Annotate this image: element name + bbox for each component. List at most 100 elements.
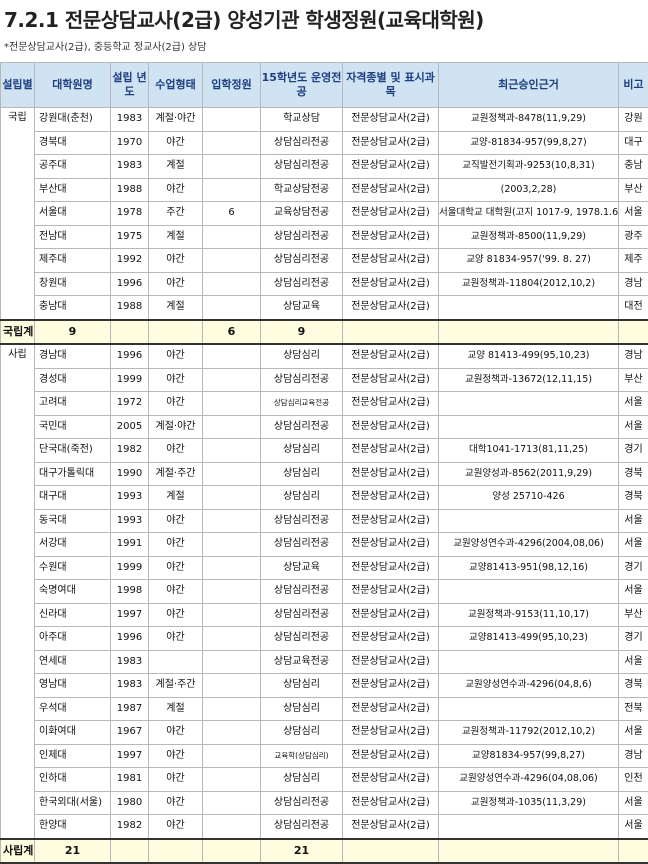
approval-cell bbox=[439, 650, 619, 674]
private-subtotal-row: 사립계2121 bbox=[1, 839, 648, 864]
major-cell: 교육학(상담심리) bbox=[261, 744, 343, 768]
university-cell: 서강대 bbox=[35, 533, 111, 557]
col-founding-type-header: 설립별 bbox=[1, 63, 35, 108]
table-row: 인하대1981야간상담심리전문상담교사(2급)교원양성연수과-4296(04,0… bbox=[1, 768, 648, 792]
quota-cell bbox=[203, 249, 261, 273]
major-cell: 상담심리 bbox=[261, 439, 343, 463]
quota-cell bbox=[203, 368, 261, 392]
approval-cell: 대학1041-1713(81,11,25) bbox=[439, 439, 619, 463]
certificate-cell: 전문상담교사(2급) bbox=[343, 392, 439, 416]
approval-cell: 교원정책과-11792(2012,10,2) bbox=[439, 721, 619, 745]
major-cell: 상담심리전공 bbox=[261, 533, 343, 557]
founding-type-cell: 사립 bbox=[1, 344, 35, 839]
university-cell: 경북대 bbox=[35, 131, 111, 155]
quota-cell bbox=[203, 627, 261, 651]
remarks-cell: 대구 bbox=[619, 131, 648, 155]
subtotal-empty bbox=[149, 320, 203, 345]
subtotal-quota bbox=[203, 839, 261, 864]
remarks-cell: 경남 bbox=[619, 272, 648, 296]
remarks-cell: 서울 bbox=[619, 533, 648, 557]
remarks-cell: 서울 bbox=[619, 580, 648, 604]
approval-cell bbox=[439, 697, 619, 721]
remarks-cell: 대전 bbox=[619, 296, 648, 320]
certificate-cell: 전문상담교사(2급) bbox=[343, 108, 439, 132]
major-cell: 상담심리 bbox=[261, 462, 343, 486]
class-type-cell: 야간 bbox=[149, 768, 203, 792]
certificate-cell: 전문상담교사(2급) bbox=[343, 697, 439, 721]
founded-year-cell: 2005 bbox=[111, 415, 149, 439]
major-cell: 상담심리전공 bbox=[261, 249, 343, 273]
table-row: 고려대1972야간상담심리교육전공전문상담교사(2급)서울 bbox=[1, 392, 648, 416]
approval-cell: 교직발전기획과-9253(10,8,31) bbox=[439, 155, 619, 179]
major-cell: 상담심리 bbox=[261, 344, 343, 368]
university-cell: 단국대(죽전) bbox=[35, 439, 111, 463]
table-row: 제주대1992야간상담심리전공전문상담교사(2급)교양 81834-957('9… bbox=[1, 249, 648, 273]
col-founded-year-header: 설립 년도 bbox=[111, 63, 149, 108]
table-row: 단국대(죽전)1982야간상담심리전문상담교사(2급)대학1041-1713(8… bbox=[1, 439, 648, 463]
remarks-cell: 제주 bbox=[619, 249, 648, 273]
class-type-cell: 야간 bbox=[149, 272, 203, 296]
certificate-cell: 전문상담교사(2급) bbox=[343, 368, 439, 392]
quota-cell: 6 bbox=[203, 202, 261, 226]
subtotal-empty bbox=[343, 320, 439, 345]
remarks-cell: 서울 bbox=[619, 721, 648, 745]
certificate-cell: 전문상담교사(2급) bbox=[343, 155, 439, 179]
certificate-cell: 전문상담교사(2급) bbox=[343, 249, 439, 273]
founded-year-cell: 1997 bbox=[111, 603, 149, 627]
certificate-cell: 전문상담교사(2급) bbox=[343, 178, 439, 202]
class-type-cell: 야간 bbox=[149, 721, 203, 745]
page-title: 7.2.1 전문상담교사(2급) 양성기관 학생정원(교육대학원) bbox=[4, 4, 484, 33]
approval-cell: 교양81413-951(98,12,16) bbox=[439, 556, 619, 580]
certificate-cell: 전문상담교사(2급) bbox=[343, 272, 439, 296]
subtotal-empty bbox=[439, 839, 619, 864]
quota-cell bbox=[203, 178, 261, 202]
table-row: 경성대1999야간상담심리전공전문상담교사(2급)교원정책과-13672(12,… bbox=[1, 368, 648, 392]
founded-year-cell: 1982 bbox=[111, 815, 149, 839]
approval-cell: 교양81413-499(95,10,23) bbox=[439, 627, 619, 651]
table-row: 부산대1988야간학교상담전공전문상담교사(2급)(2003,2,28)부산 bbox=[1, 178, 648, 202]
certificate-cell: 전문상담교사(2급) bbox=[343, 744, 439, 768]
certificate-cell: 전문상담교사(2급) bbox=[343, 556, 439, 580]
university-cell: 창원대 bbox=[35, 272, 111, 296]
subtotal-label: 사립계 bbox=[1, 839, 35, 864]
subtotal-empty bbox=[111, 839, 149, 864]
certificate-cell: 전문상담교사(2급) bbox=[343, 603, 439, 627]
major-cell: 상담심리 bbox=[261, 674, 343, 698]
table-row: 숙명여대1998야간상담심리전공전문상담교사(2급)서울 bbox=[1, 580, 648, 604]
col-remarks-header: 비고 bbox=[619, 63, 648, 108]
founded-year-cell: 1999 bbox=[111, 556, 149, 580]
remarks-cell: 서울 bbox=[619, 415, 648, 439]
table-row: 연세대1983상담교육전공전문상담교사(2급)서울 bbox=[1, 650, 648, 674]
approval-cell bbox=[439, 392, 619, 416]
subtotal-empty bbox=[111, 320, 149, 345]
subtotal-empty bbox=[439, 320, 619, 345]
table-row: 한국외대(서울)1980야간상담심리전공전문상담교사(2급)교원정책과-1035… bbox=[1, 791, 648, 815]
table-row: 국민대2005계절·야간상담심리전공전문상담교사(2급)서울 bbox=[1, 415, 648, 439]
remarks-cell: 경남 bbox=[619, 744, 648, 768]
quota-cell bbox=[203, 674, 261, 698]
approval-cell: 교양-81834-957(99,8,27) bbox=[439, 131, 619, 155]
remarks-cell: 서울 bbox=[619, 650, 648, 674]
major-cell: 상담교육 bbox=[261, 556, 343, 580]
class-type-cell: 계절 bbox=[149, 296, 203, 320]
class-type-cell: 야간 bbox=[149, 580, 203, 604]
quota-cell bbox=[203, 108, 261, 132]
certificate-cell: 전문상담교사(2급) bbox=[343, 674, 439, 698]
remarks-cell: 전북 bbox=[619, 697, 648, 721]
quota-cell bbox=[203, 697, 261, 721]
approval-cell: 교원정책과-13672(12,11,15) bbox=[439, 368, 619, 392]
university-cell: 강원대(춘천) bbox=[35, 108, 111, 132]
class-type-cell: 계절·야간 bbox=[149, 415, 203, 439]
university-cell: 국민대 bbox=[35, 415, 111, 439]
remarks-cell: 부산 bbox=[619, 368, 648, 392]
remarks-cell: 서울 bbox=[619, 815, 648, 839]
approval-cell: 교원양성연수과-4296(2004,08,06) bbox=[439, 533, 619, 557]
remarks-cell: 경기 bbox=[619, 627, 648, 651]
subtotal-count: 21 bbox=[35, 839, 111, 864]
major-cell: 상담교육 bbox=[261, 296, 343, 320]
col-class-type-header: 수업형태 bbox=[149, 63, 203, 108]
university-cell: 동국대 bbox=[35, 509, 111, 533]
approval-cell bbox=[439, 580, 619, 604]
university-cell: 인하대 bbox=[35, 768, 111, 792]
founded-year-cell: 1975 bbox=[111, 225, 149, 249]
